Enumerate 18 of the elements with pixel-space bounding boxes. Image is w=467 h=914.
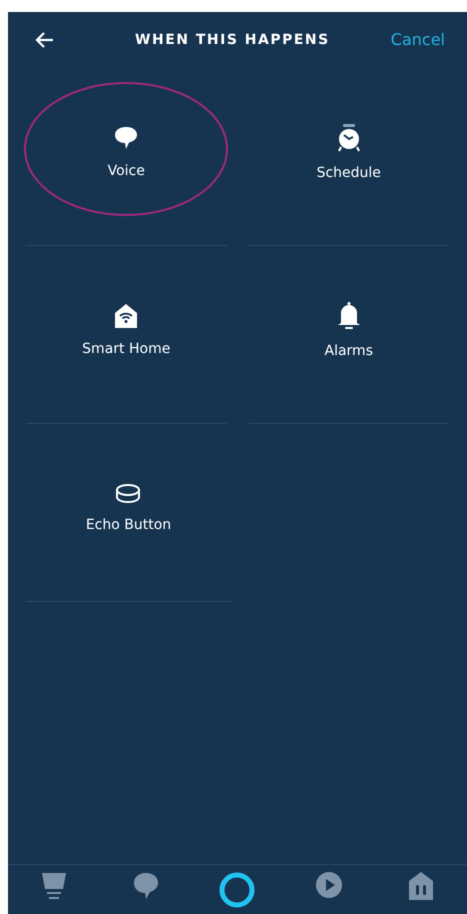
trigger-option[interactable]: Alarms bbox=[324, 301, 373, 362]
trigger-option[interactable]: Smart Home bbox=[82, 303, 170, 360]
home-icon[interactable] bbox=[40, 871, 68, 901]
house-wifi-icon bbox=[113, 303, 140, 329]
speech-bubble-icon bbox=[113, 125, 140, 151]
trigger-option[interactable]: Echo Button bbox=[86, 483, 172, 536]
speech-bubble-icon[interactable] bbox=[132, 871, 160, 901]
screen-title: WHEN THIS HAPPENS bbox=[135, 30, 330, 50]
ring-icon[interactable] bbox=[218, 871, 256, 909]
house-switches-icon[interactable] bbox=[407, 871, 436, 901]
alarm-clock-icon bbox=[336, 123, 362, 153]
back-arrow-icon bbox=[34, 31, 54, 49]
bell-icon bbox=[336, 301, 361, 331]
cancel-link[interactable]: Cancel bbox=[390, 28, 445, 52]
play-icon[interactable] bbox=[315, 871, 344, 899]
trigger-option[interactable]: Schedule bbox=[316, 123, 381, 184]
trigger-option[interactable]: Voice bbox=[108, 125, 145, 182]
puck-icon bbox=[115, 483, 142, 505]
